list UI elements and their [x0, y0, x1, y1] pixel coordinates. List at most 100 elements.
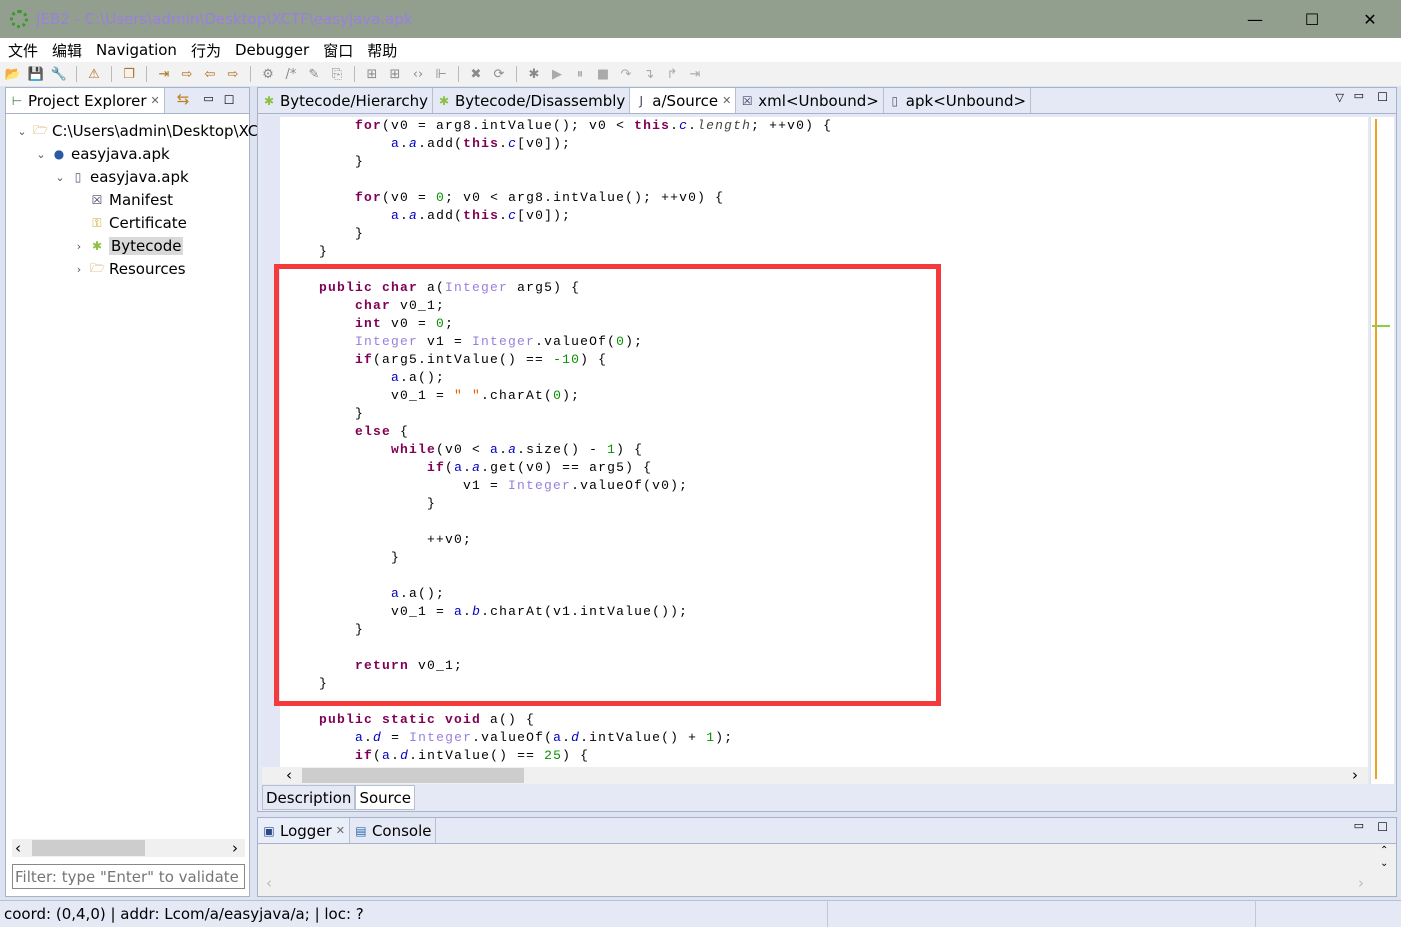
- code-token: v0_1;: [409, 658, 464, 673]
- menu-item-4[interactable]: Debugger: [235, 41, 309, 59]
- menu-item-3[interactable]: 行为: [191, 40, 221, 61]
- tree-node[interactable]: › 🗁 Resources: [73, 258, 186, 280]
- ruler-marker[interactable]: [1372, 325, 1390, 327]
- tab-bytecode-disassembly[interactable]: ✱ Bytecode/Disassembly: [433, 88, 631, 113]
- maximize-panel-icon[interactable]: ☐: [1377, 90, 1388, 104]
- maximize-panel-icon[interactable]: ☐: [1377, 820, 1388, 834]
- scroll-thumb[interactable]: [32, 840, 145, 856]
- close-button[interactable]: ✕: [1341, 0, 1399, 38]
- tab-description[interactable]: Description: [262, 785, 356, 810]
- tree-node[interactable]: ⌄ 🗁 C:\Users\admin\Desktop\XCTF: [16, 120, 276, 142]
- menu-item-2[interactable]: Navigation: [96, 41, 177, 59]
- tree-node[interactable]: ⌄ ▯ easyjava.apk: [54, 166, 188, 188]
- link-editor-icon[interactable]: ⇆: [177, 90, 190, 108]
- open-folder-icon[interactable]: 📂: [4, 67, 22, 82]
- close-tab-icon[interactable]: ✕: [722, 94, 731, 107]
- menu-item-0[interactable]: 文件: [8, 40, 38, 61]
- maximize-button[interactable]: ☐: [1283, 0, 1341, 38]
- export-icon[interactable]: ⎘: [328, 67, 346, 82]
- tree-node[interactable]: ☒ Manifest: [73, 189, 173, 211]
- tree-nodes-icon[interactable]: ⊩: [432, 67, 450, 82]
- run-icon[interactable]: ▶: [548, 67, 566, 82]
- code-token: for: [355, 190, 383, 205]
- chevron-right-icon[interactable]: ›: [73, 263, 85, 276]
- tab-label: Bytecode/Disassembly: [455, 91, 626, 110]
- toolbar: 📂 💾 🔧 ⚠ ❐ ⇥ ⇨ ⇦ ⇨ ⚙ /* ✎ ⎘ ⊞ ⊞ ‹› ⊩ ✖ ⟳ ✱ ▶ ⏸ ■ ↷ ↴ ↱ ⇥: [0, 62, 1401, 86]
- xml-icon: ☒: [741, 93, 753, 108]
- save-icon[interactable]: 💾: [27, 67, 45, 82]
- tab-console[interactable]: ▤ Console: [350, 818, 437, 843]
- code-icon[interactable]: ‹›: [409, 67, 427, 82]
- tab-xml-unbound-[interactable]: ☒ xml<Unbound>: [736, 88, 884, 113]
- view-menu-icon[interactable]: ▽: [1336, 91, 1344, 104]
- scroll-thumb[interactable]: [302, 768, 524, 783]
- menu-item-1[interactable]: 编辑: [52, 40, 82, 61]
- code-token: }: [283, 676, 329, 691]
- chevron-down-icon[interactable]: ⌄: [16, 125, 28, 138]
- source-code-view[interactable]: for(v0 = arg8.intValue(); v0 < this.c.le…: [262, 117, 1368, 767]
- grid-icon[interactable]: ⊞: [363, 67, 381, 82]
- minimize-panel-icon[interactable]: ▭: [1354, 819, 1364, 832]
- tree-node[interactable]: ⚿ Certificate: [73, 212, 187, 234]
- tab-apk-unbound-[interactable]: ▯ apk<Unbound>: [884, 88, 1032, 113]
- back-icon[interactable]: ⇦: [201, 67, 219, 82]
- forward-icon[interactable]: ⇨: [224, 67, 242, 82]
- menu-item-6[interactable]: 帮助: [367, 40, 397, 61]
- pause-icon[interactable]: ⏸: [571, 67, 589, 82]
- tree-horizontal-scrollbar[interactable]: ‹ ›: [12, 839, 245, 857]
- scroll-left-icon[interactable]: ‹: [286, 766, 292, 784]
- chevron-down-icon[interactable]: ⌄: [54, 171, 66, 184]
- run-to-icon[interactable]: ⇥: [686, 67, 704, 82]
- code-token: .: [400, 208, 410, 223]
- minimize-panel-icon[interactable]: ▭: [203, 92, 213, 105]
- scroll-right-icon[interactable]: ›: [1358, 874, 1364, 892]
- tab-a-source[interactable]: Ja/Source ✕: [630, 88, 737, 113]
- step-over-icon[interactable]: ↷: [617, 67, 635, 82]
- warning-icon[interactable]: ⚠: [85, 67, 103, 82]
- grid-alt-icon[interactable]: ⊞: [386, 67, 404, 82]
- scroll-left-icon[interactable]: ‹: [15, 839, 21, 857]
- overview-ruler[interactable]: [1370, 117, 1394, 784]
- rename-icon[interactable]: ✎: [305, 67, 323, 82]
- scroll-right-icon[interactable]: ›: [1352, 766, 1358, 784]
- tab-project-explorer[interactable]: ⊢ Project Explorer ✕: [6, 88, 165, 113]
- wrench-icon[interactable]: 🔧: [50, 67, 68, 82]
- new-window-icon[interactable]: ❐: [120, 67, 138, 82]
- navigate-icon[interactable]: ⇨: [178, 67, 196, 82]
- menu-item-5[interactable]: 窗口: [323, 40, 353, 61]
- chevron-right-icon[interactable]: ›: [73, 240, 85, 253]
- vertical-scroll-arrows[interactable]: ⌃ ⌄: [1380, 844, 1388, 870]
- minimize-button[interactable]: —: [1226, 0, 1284, 38]
- tab-source[interactable]: Source: [355, 785, 415, 810]
- tab-logger[interactable]: ▣ Logger ✕: [258, 818, 350, 843]
- comment-icon[interactable]: /*: [282, 67, 300, 82]
- minimize-panel-icon[interactable]: ▭: [1354, 89, 1364, 102]
- delete-icon[interactable]: ✖: [467, 67, 485, 82]
- close-tab-icon[interactable]: ✕: [336, 824, 345, 837]
- code-horizontal-scrollbar[interactable]: ‹ ›: [262, 766, 1368, 784]
- step-into-icon[interactable]: ↴: [640, 67, 658, 82]
- filter-input[interactable]: [12, 864, 245, 889]
- scroll-right-icon[interactable]: ›: [232, 839, 238, 857]
- tree-node[interactable]: ⌄ ● easyjava.apk: [35, 143, 169, 165]
- debug-bug-icon[interactable]: ✱: [525, 67, 543, 82]
- code-line: for(v0 = 0; v0 < arg8.intValue(); ++v0) …: [283, 189, 724, 207]
- code-line: while(v0 < a.a.size() - 1) {: [283, 441, 643, 459]
- code-token: v0 =: [382, 316, 437, 331]
- stop-icon[interactable]: ■: [594, 67, 612, 82]
- options-icon[interactable]: ⚙: [259, 67, 277, 82]
- tree-node[interactable]: › ✱ Bytecode: [73, 235, 184, 257]
- step-out-icon[interactable]: ↱: [663, 67, 681, 82]
- refresh-icon[interactable]: ⟳: [490, 67, 508, 82]
- close-tab-icon[interactable]: ✕: [151, 94, 160, 107]
- scroll-left-icon[interactable]: ‹: [266, 874, 272, 892]
- jump-to-icon[interactable]: ⇥: [155, 67, 173, 82]
- maximize-panel-icon[interactable]: ☐: [224, 93, 235, 107]
- code-token: (v0 =: [382, 190, 437, 205]
- chevron-down-icon[interactable]: ⌄: [35, 148, 47, 161]
- tab-bytecode-hierarchy[interactable]: ✱ Bytecode/Hierarchy: [258, 88, 434, 113]
- code-token: int: [355, 316, 383, 331]
